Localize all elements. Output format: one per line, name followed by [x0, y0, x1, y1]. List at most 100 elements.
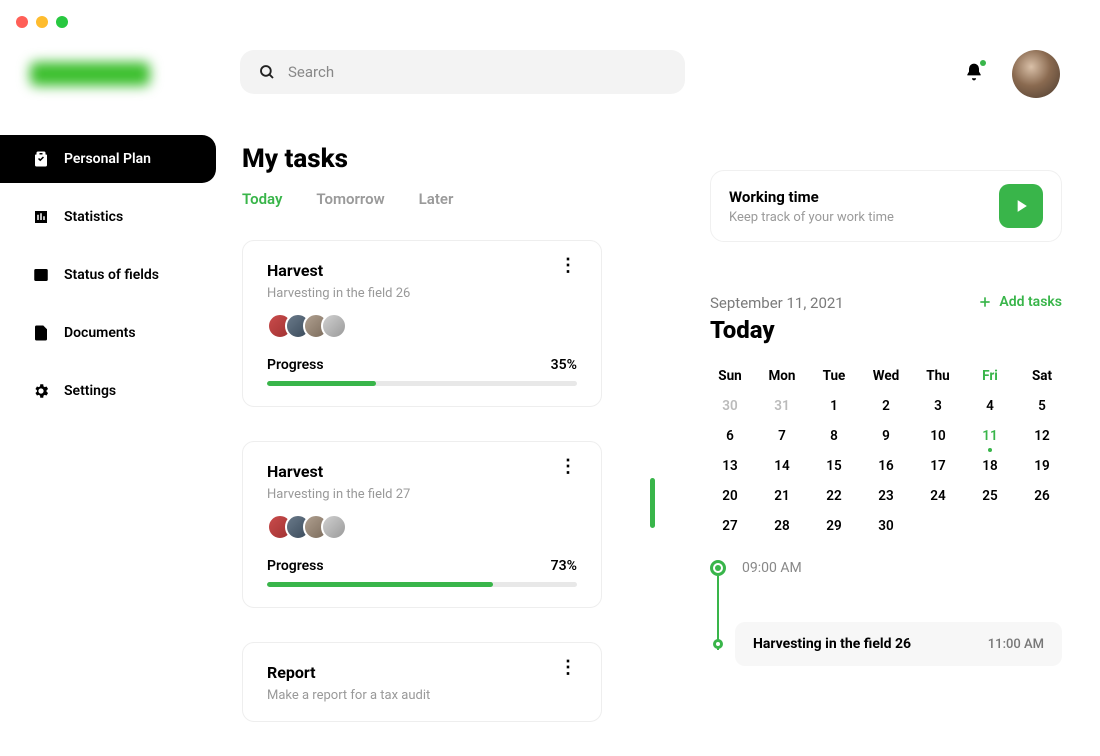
- calendar-day[interactable]: 2: [866, 396, 906, 416]
- task-subtitle: Harvesting in the field 27: [267, 487, 410, 502]
- progress-value: 35%: [551, 357, 577, 373]
- calendar-day[interactable]: 30: [710, 396, 750, 416]
- user-avatar[interactable]: [1012, 50, 1060, 98]
- calendar-day[interactable]: 29: [814, 516, 854, 536]
- progress-label: Progress: [267, 357, 324, 373]
- calendar-day[interactable]: 9: [866, 426, 906, 446]
- calendar-day[interactable]: 7: [762, 426, 802, 446]
- sidebar-item-personal-plan[interactable]: Personal Plan: [0, 135, 216, 183]
- weekday-header: Wed: [866, 366, 906, 386]
- play-button[interactable]: [999, 184, 1043, 228]
- assignees-row: [267, 514, 577, 540]
- activity-icon: [32, 266, 50, 284]
- weekday-header: Sat: [1022, 366, 1062, 386]
- search-bar[interactable]: [240, 50, 685, 94]
- more-options-button[interactable]: ⋮: [559, 462, 577, 472]
- calendar-day[interactable]: 27: [710, 516, 750, 536]
- calendar-day[interactable]: 21: [762, 486, 802, 506]
- close-window-icon[interactable]: [16, 16, 28, 28]
- sidebar-item-status-of-fields[interactable]: Status of fields: [0, 251, 216, 299]
- window-controls: [16, 16, 68, 28]
- timeline-event-title: Harvesting in the field 26: [753, 636, 911, 652]
- calendar-day[interactable]: 24: [918, 486, 958, 506]
- calendar-day[interactable]: 23: [866, 486, 906, 506]
- calendar-section: September 11, 2021 Today Add tasks Sun Mo…: [710, 294, 1062, 546]
- sidebar-item-label: Settings: [64, 383, 116, 399]
- sidebar-item-label: Documents: [64, 325, 136, 341]
- more-options-button[interactable]: ⋮: [559, 663, 577, 673]
- calendar-day-title: Today: [710, 316, 844, 344]
- task-title: Harvest: [267, 462, 410, 481]
- search-input[interactable]: [288, 63, 667, 81]
- chart-icon: [32, 208, 50, 226]
- more-options-button[interactable]: ⋮: [559, 261, 577, 271]
- calendar-day[interactable]: 3: [918, 396, 958, 416]
- calendar-day[interactable]: 12: [1022, 426, 1062, 446]
- sidebar-item-label: Statistics: [64, 209, 123, 225]
- gear-icon: [32, 382, 50, 400]
- calendar-day[interactable]: 30: [866, 516, 906, 536]
- calendar-date-label: September 11, 2021: [710, 294, 844, 312]
- calendar-day[interactable]: 4: [970, 396, 1010, 416]
- calendar-day[interactable]: 25: [970, 486, 1010, 506]
- calendar-day[interactable]: 14: [762, 456, 802, 476]
- calendar-day[interactable]: 22: [814, 486, 854, 506]
- sidebar-item-documents[interactable]: Documents: [0, 309, 216, 357]
- calendar-day[interactable]: 18: [970, 456, 1010, 476]
- task-card[interactable]: Harvest Harvesting in the field 26 ⋮ Progre…: [242, 240, 602, 407]
- progress-value: 73%: [551, 558, 577, 574]
- calendar-day[interactable]: 20: [710, 486, 750, 506]
- weekday-header: Tue: [814, 366, 854, 386]
- weekday-header: Fri: [970, 366, 1010, 386]
- sidebar-item-label: Personal Plan: [64, 151, 151, 167]
- calendar-day: [1022, 516, 1062, 536]
- timeline-small-dot-icon: [713, 639, 723, 649]
- calendar-day: [970, 516, 1010, 536]
- task-subtitle: Make a report for a tax audit: [267, 688, 430, 703]
- tab-today[interactable]: Today: [242, 190, 282, 208]
- calendar-day[interactable]: 13: [710, 456, 750, 476]
- notifications-button[interactable]: [964, 62, 984, 82]
- task-title: Harvest: [267, 261, 410, 280]
- calendar-day[interactable]: 16: [866, 456, 906, 476]
- weekday-header: Mon: [762, 366, 802, 386]
- calendar-day[interactable]: 6: [710, 426, 750, 446]
- calendar-day: [918, 516, 958, 536]
- weekday-header: Sun: [710, 366, 750, 386]
- task-card[interactable]: ReportMake a report for a tax audit⋮: [242, 642, 602, 722]
- timeline-event-time: 11:00 AM: [988, 637, 1044, 652]
- add-tasks-button[interactable]: Add tasks: [977, 294, 1062, 310]
- minimize-window-icon[interactable]: [36, 16, 48, 28]
- progress-label: Progress: [267, 558, 324, 574]
- task-card[interactable]: Harvest Harvesting in the field 27 ⋮ Progre…: [242, 441, 602, 608]
- sidebar-item-statistics[interactable]: Statistics: [0, 193, 216, 241]
- maximize-window-icon[interactable]: [56, 16, 68, 28]
- calendar-day[interactable]: 8: [814, 426, 854, 446]
- calendar-day[interactable]: 1: [814, 396, 854, 416]
- calendar-day[interactable]: 28: [762, 516, 802, 536]
- timeline: 09:00 AM Harvesting in the field 26 11:0…: [710, 560, 1062, 712]
- calendar-day[interactable]: 17: [918, 456, 958, 476]
- calendar-day[interactable]: 11: [970, 426, 1010, 446]
- progress-bar: [267, 582, 577, 587]
- tab-later[interactable]: Later: [419, 190, 454, 208]
- sidebar-item-label: Status of fields: [64, 267, 159, 283]
- tab-tomorrow[interactable]: Tomorrow: [316, 190, 384, 208]
- task-subtitle: Harvesting in the field 26: [267, 286, 410, 301]
- timeline-event-card[interactable]: Harvesting in the field 26 11:00 AM: [735, 622, 1062, 666]
- calendar-day[interactable]: 5: [1022, 396, 1062, 416]
- timeline-start-label: 09:00 AM: [742, 560, 802, 576]
- timeline-event-row: Harvesting in the field 26 11:00 AM: [710, 622, 1062, 666]
- calendar-day[interactable]: 15: [814, 456, 854, 476]
- timeline-start: 09:00 AM: [710, 560, 1062, 576]
- scrollbar-thumb[interactable]: [650, 478, 655, 528]
- assignee-avatar: [321, 514, 347, 540]
- tasks-column: Harvest Harvesting in the field 26 ⋮ Progre…: [242, 240, 602, 756]
- sidebar-item-settings[interactable]: Settings: [0, 367, 216, 415]
- calendar-day[interactable]: 31: [762, 396, 802, 416]
- notification-dot-icon: [980, 60, 986, 66]
- assignees-row: [267, 313, 577, 339]
- calendar-day[interactable]: 26: [1022, 486, 1062, 506]
- calendar-day[interactable]: 19: [1022, 456, 1062, 476]
- calendar-day[interactable]: 10: [918, 426, 958, 446]
